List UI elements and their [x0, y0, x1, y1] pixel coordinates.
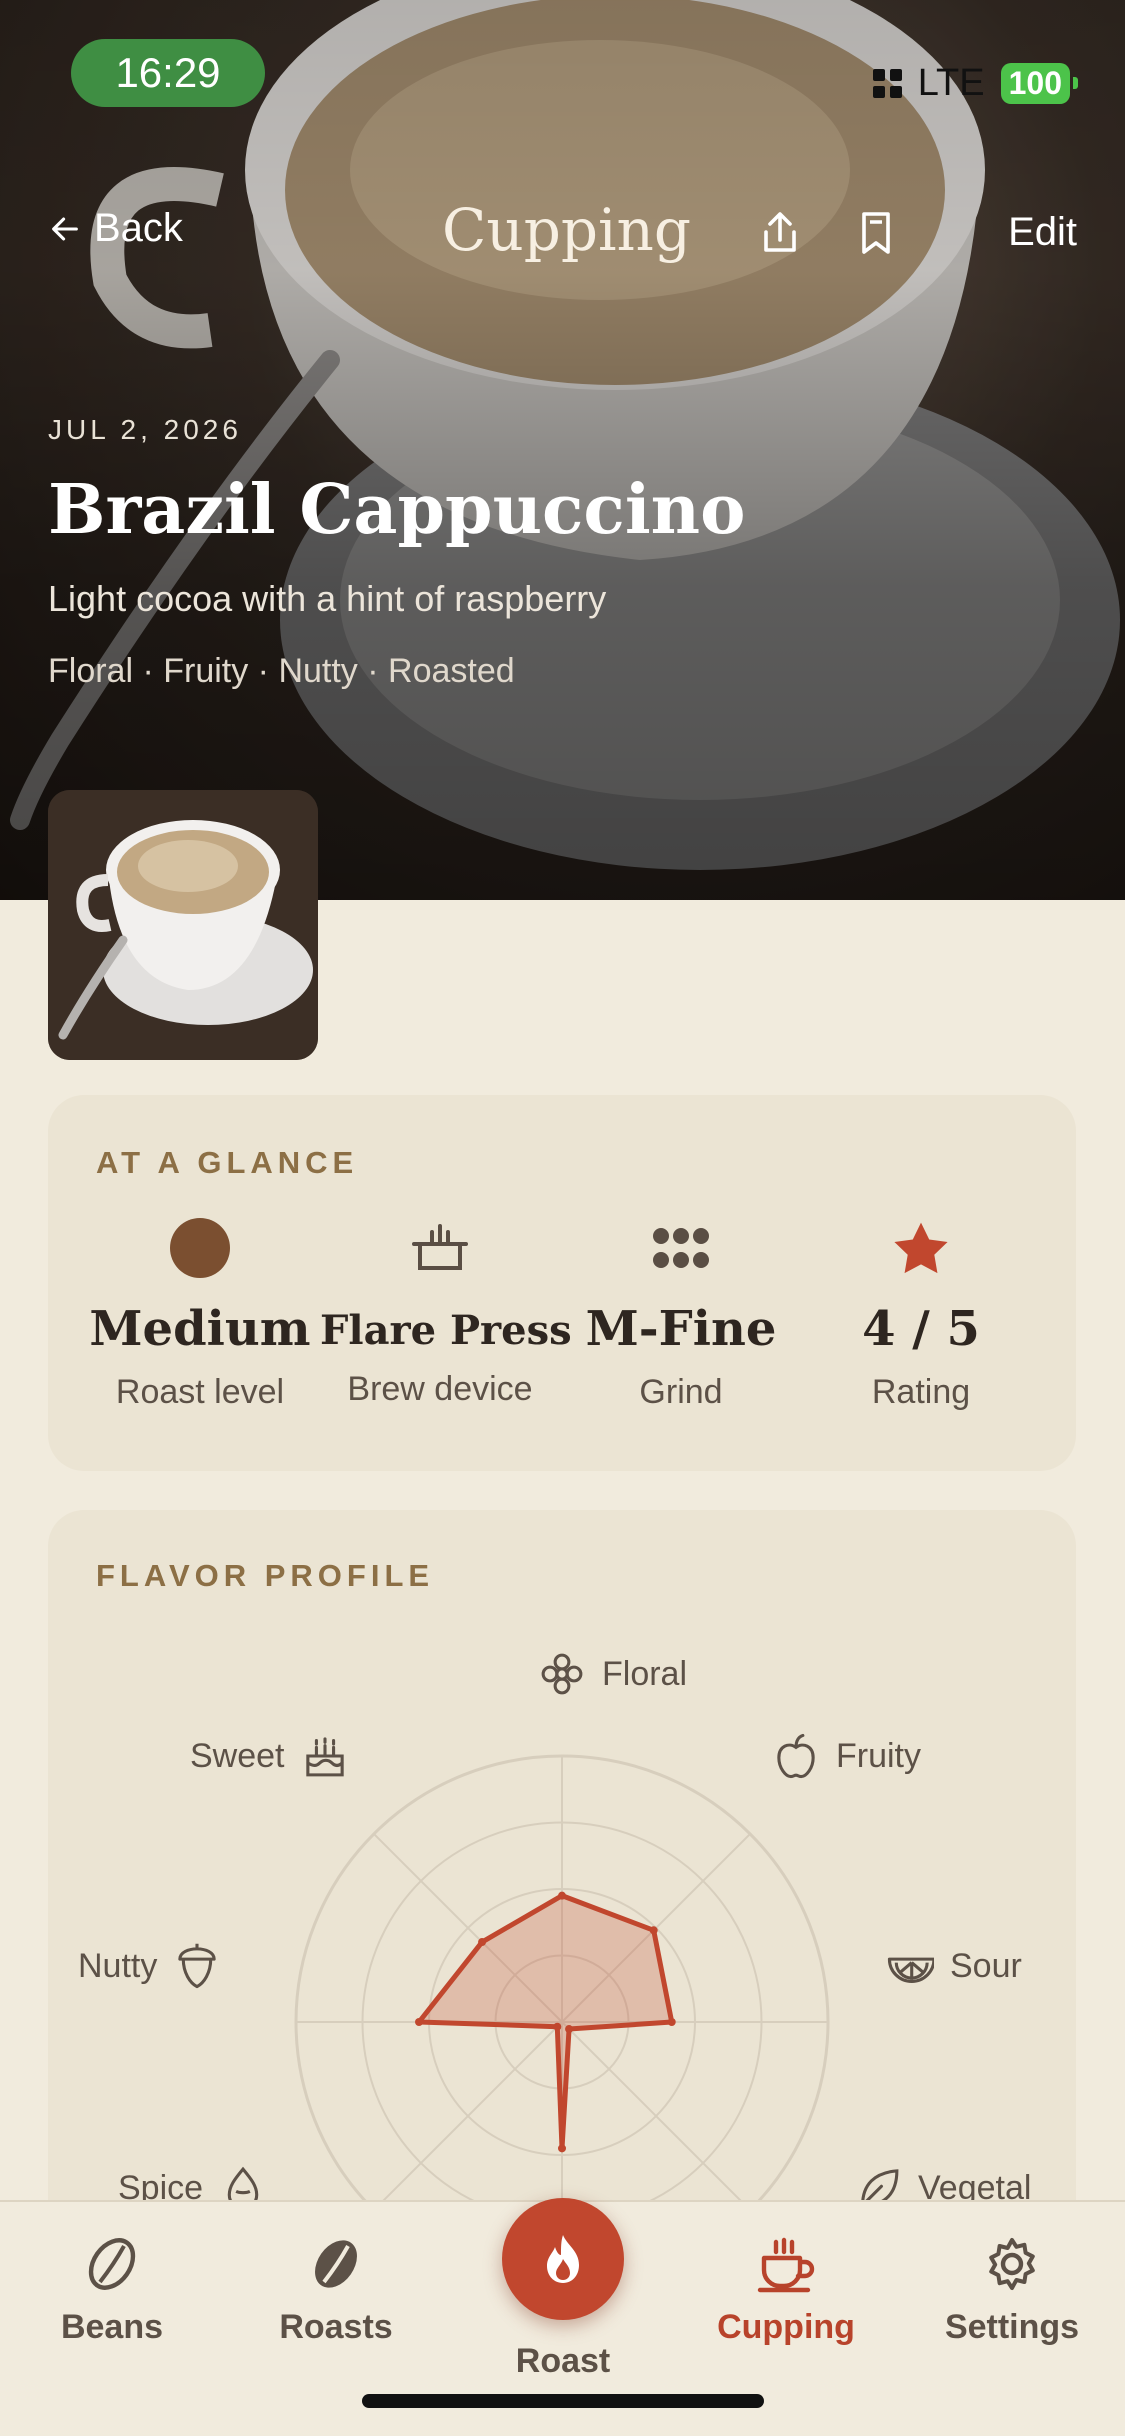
radar-spoke	[373, 2021, 563, 2211]
flame-icon	[547, 2235, 579, 2283]
axis-label-sour: Sour	[886, 1942, 1022, 1990]
rating-label: Rating	[871, 1373, 971, 1411]
cup-icon	[757, 2237, 815, 2293]
roast-dot-icon	[170, 1218, 230, 1278]
flavor-point-vegetal	[565, 2025, 574, 2034]
press-icon	[412, 1224, 468, 1270]
rating-value: 4 / 5	[862, 1301, 980, 1357]
at-a-glance-label: AT A GLANCE	[96, 1145, 359, 1180]
bean-icon	[88, 2238, 136, 2290]
grind-value: M-Fine	[585, 1301, 777, 1357]
home-indicator	[362, 2394, 764, 2408]
coffee-title: Brazil Cappuccino	[48, 470, 746, 550]
at-a-glance-card: AT A GLANCE Medium Roast level Flare Pre…	[48, 1095, 1076, 1471]
bookmark-button[interactable]	[854, 208, 898, 262]
radar-spoke	[561, 2021, 751, 2211]
coffee-subtitle: Light cocoa with a hint of raspberry	[48, 578, 607, 619]
glance-brew-device: Flare Press Brew device	[320, 1213, 572, 1409]
axis-label-text: Floral	[602, 1654, 688, 1693]
back-button[interactable]: Back	[48, 206, 183, 251]
battery-indicator: 100	[1000, 63, 1079, 104]
grind-dots-icon	[653, 1228, 709, 1268]
tab-settings[interactable]: Settings	[912, 2232, 1112, 2347]
grind-label: Grind	[639, 1373, 723, 1411]
axis-label-text: Fruity	[836, 1736, 921, 1775]
flavor-tags: Floral · Fruity · Nutty · Roasted	[48, 652, 515, 690]
axis-label-sweet: Sweet	[190, 1732, 349, 1780]
back-label: Back	[94, 206, 183, 250]
status-time: 16:29	[71, 39, 265, 107]
cake-icon	[305, 1737, 344, 1777]
axis-label-text: Nutty	[78, 1946, 158, 1985]
roast-level-value: Medium	[89, 1301, 311, 1357]
tab-roasts-label: Roasts	[279, 2308, 393, 2346]
tab-roasts[interactable]: Roasts	[236, 2232, 436, 2347]
citrus-icon	[887, 1957, 934, 1983]
photo-thumbnail[interactable]	[48, 790, 318, 1060]
star-icon	[894, 1222, 948, 1274]
roast-level-label: Roast level	[115, 1373, 285, 1411]
flower-icon	[541, 1653, 583, 1695]
cupping-date: JUL 2, 2026	[48, 414, 242, 445]
tab-beans[interactable]: Beans	[12, 2232, 212, 2347]
tab-beans-label: Beans	[60, 2308, 164, 2346]
bookmark-icon	[862, 212, 890, 254]
glance-rating: 4 / 5 Rating	[801, 1213, 1041, 1412]
flavor-point-floral	[558, 1891, 566, 1900]
roast-button[interactable]	[502, 2198, 624, 2320]
hero-header: 16:29 LTE 100 Back Cupping Edit JUL 2, 2…	[0, 0, 1125, 900]
flavor-point-roasted	[558, 2144, 566, 2153]
glance-grind: M-Fine Grind	[561, 1213, 801, 1412]
coffee-thumbnail-image	[48, 790, 318, 1060]
flavor-series-polygon	[416, 1893, 675, 2151]
share-icon	[764, 212, 796, 252]
status-indicators: LTE 100	[872, 62, 1079, 105]
page-title: Cupping	[442, 196, 692, 264]
axis-label-nutty: Nutty	[78, 1942, 221, 1990]
share-button[interactable]	[756, 208, 804, 262]
gear-icon	[989, 2238, 1035, 2290]
flavor-point-spice	[553, 2022, 562, 2031]
tab-cupping-label: Cupping	[717, 2308, 855, 2346]
brew-device-value: Flare Press	[320, 1307, 572, 1354]
flavor-point-sweet	[478, 1938, 487, 1947]
roasted-bean-icon	[315, 2240, 357, 2288]
arrow-left-icon	[52, 217, 78, 240]
acorn-icon	[178, 1943, 217, 1989]
brew-device-label: Brew device	[347, 1370, 533, 1408]
glance-roast-level: Medium Roast level	[80, 1213, 320, 1412]
tab-settings-label: Settings	[944, 2308, 1080, 2346]
axis-label-fruity: Fruity	[772, 1732, 921, 1780]
axis-label-text: Sour	[950, 1946, 1022, 1985]
axis-label-floral: Floral	[538, 1650, 687, 1698]
network-type: LTE	[917, 62, 985, 104]
flavor-point-sour	[667, 2018, 676, 2026]
edit-button[interactable]: Edit	[1008, 210, 1077, 255]
flavor-point-nutty	[415, 2018, 424, 2026]
tab-cupping[interactable]: Cupping	[686, 2232, 886, 2347]
axis-label-text: Sweet	[190, 1736, 285, 1775]
tab-roast-label: Roast	[515, 2342, 611, 2380]
flavor-point-fruity	[649, 1926, 658, 1935]
signal-icon	[872, 69, 902, 98]
apple-icon	[777, 1733, 815, 1779]
